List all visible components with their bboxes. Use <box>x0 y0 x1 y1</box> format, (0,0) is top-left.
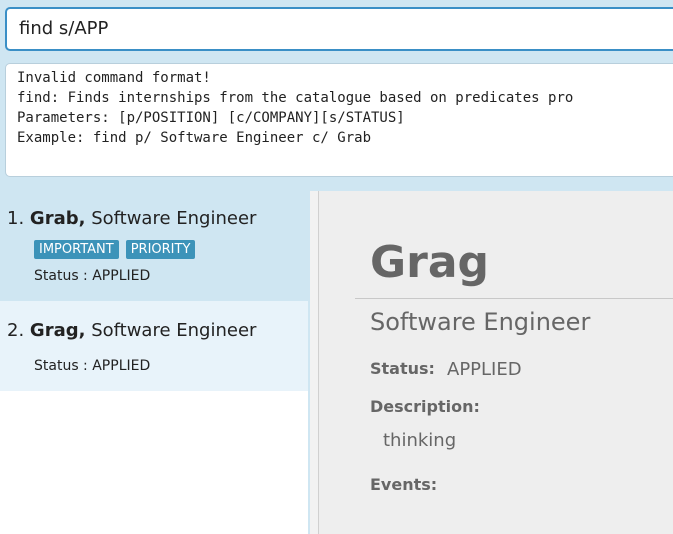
detail-description-value: thinking <box>383 430 457 451</box>
detail-position: Software Engineer <box>370 308 591 336</box>
detail-status-label: Status: <box>370 359 435 378</box>
command-area: Invalid command format! find: Finds inte… <box>0 0 673 188</box>
internship-list[interactable]: 1. Grab, Software Engineer IMPORTANT PRIO… <box>0 191 309 534</box>
card-company: Grag, <box>29 320 86 341</box>
detail-status-value: APPLIED <box>447 359 522 380</box>
result-line: Example: find p/ Software Engineer c/ Gr… <box>17 130 372 146</box>
panel-splitter[interactable] <box>310 191 319 534</box>
result-line: Invalid command format! <box>17 70 211 86</box>
card-index: 1. <box>7 208 25 229</box>
tag-badge: IMPORTANT <box>34 240 119 259</box>
detail-company: Grag <box>370 237 490 288</box>
card-title: 2. Grag, Software Engineer <box>7 320 256 341</box>
detail-events-label: Events: <box>370 475 438 494</box>
result-line: Parameters: [p/POSITION] [c/COMPANY][s/S… <box>17 110 405 126</box>
card-company: Grab, <box>29 208 86 229</box>
result-display[interactable]: Invalid command format! find: Finds inte… <box>5 63 673 177</box>
card-index: 2. <box>7 320 25 341</box>
detail-divider <box>355 298 673 299</box>
internship-detail: Grag Software Engineer Status: APPLIED D… <box>319 191 673 534</box>
internship-card-2[interactable]: 2. Grag, Software Engineer Status : APPL… <box>0 301 309 391</box>
card-title: 1. Grab, Software Engineer <box>7 208 256 229</box>
card-position: Software Engineer <box>91 208 257 229</box>
command-box[interactable] <box>5 7 673 51</box>
card-position: Software Engineer <box>91 320 257 341</box>
card-tags: IMPORTANT PRIORITY <box>34 238 202 259</box>
result-line: find: Finds internships from the catalog… <box>17 90 574 106</box>
card-status: Status : APPLIED <box>34 268 151 284</box>
detail-description-label: Description: <box>370 397 480 416</box>
command-input[interactable] <box>19 9 659 49</box>
tag-badge: PRIORITY <box>125 240 196 259</box>
internship-card-1[interactable]: 1. Grab, Software Engineer IMPORTANT PRIO… <box>0 191 309 301</box>
card-status: Status : APPLIED <box>34 358 151 374</box>
